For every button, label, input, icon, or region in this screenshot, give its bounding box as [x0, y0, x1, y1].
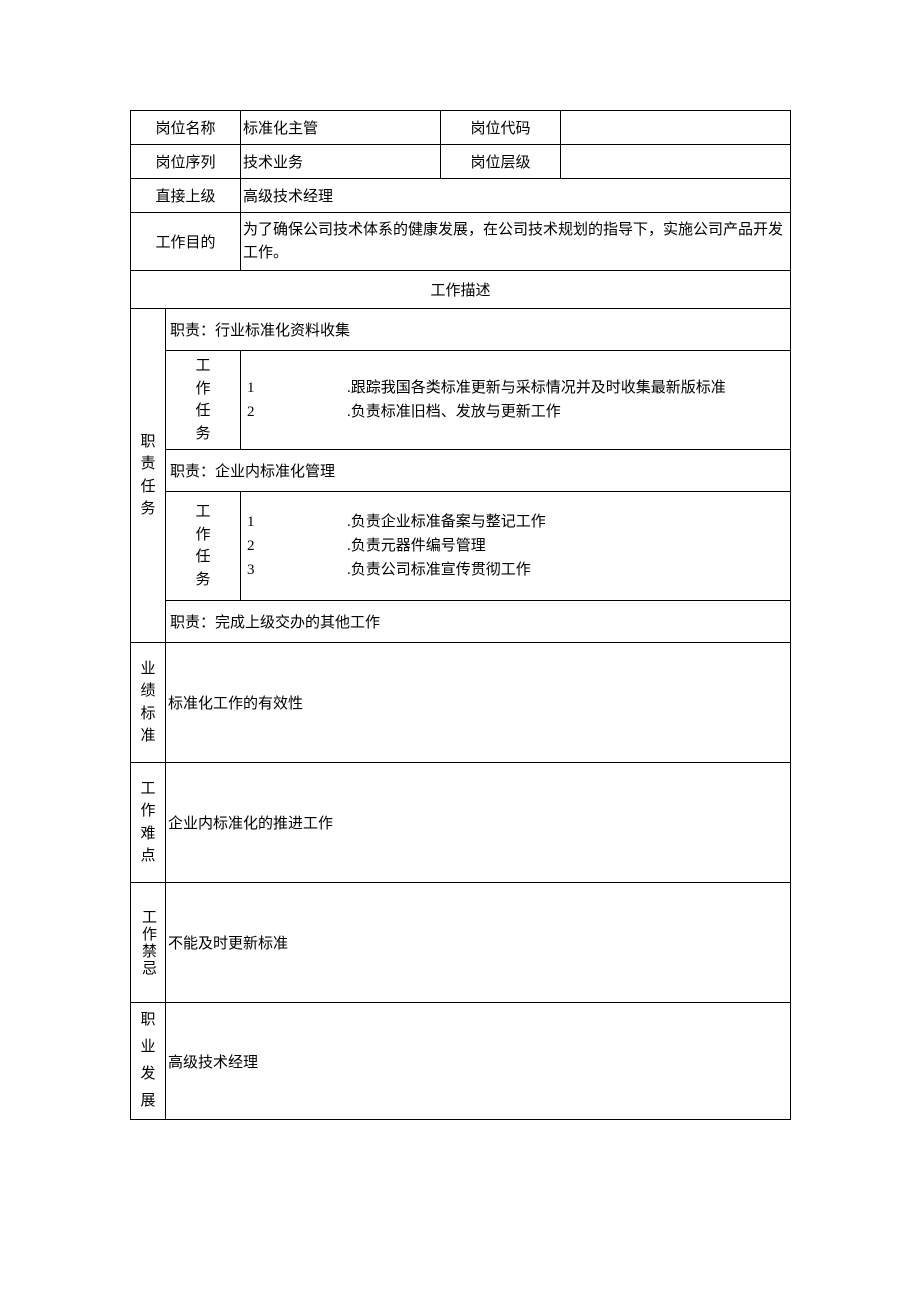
position-name-label: 岗位名称	[131, 111, 241, 145]
task-num: 2	[247, 534, 267, 558]
position-code-value	[561, 111, 791, 145]
duty3-title: 职责：完成上级交办的其他工作	[166, 601, 791, 643]
career-value: 高级技术经理	[166, 1003, 791, 1120]
direct-superior-label: 直接上级	[131, 179, 241, 213]
duty1-task-label: 工作任务	[166, 351, 241, 450]
task-text: .跟踪我国各类标准更新与采标情况并及时收集最新版标准	[267, 376, 726, 400]
difficulty-value: 企业内标准化的推进工作	[166, 763, 791, 883]
task-text: .负责标准旧档、发放与更新工作	[267, 400, 561, 424]
duty1-tasks: 1.跟踪我国各类标准更新与采标情况并及时收集最新版标准 2.负责标准旧档、发放与…	[241, 351, 791, 450]
work-description-header: 工作描述	[131, 271, 791, 309]
task-num: 2	[247, 400, 267, 424]
task-num: 1	[247, 376, 267, 400]
duty2-title: 职责：企业内标准化管理	[166, 450, 791, 492]
task-num: 3	[247, 558, 267, 582]
performance-label: 业绩标准	[131, 643, 166, 763]
taboo-value: 不能及时更新标准	[166, 883, 791, 1003]
duty1-title: 职责：行业标准化资料收集	[166, 309, 791, 351]
task-text: .负责企业标准备案与整记工作	[267, 510, 546, 534]
position-series-label: 岗位序列	[131, 145, 241, 179]
task-text: .负责公司标准宣传贯彻工作	[267, 558, 531, 582]
duty-label: 职责任务	[131, 309, 166, 643]
position-series-value: 技术业务	[241, 145, 441, 179]
position-level-label: 岗位层级	[441, 145, 561, 179]
position-code-label: 岗位代码	[441, 111, 561, 145]
performance-value: 标准化工作的有效性	[166, 643, 791, 763]
position-level-value	[561, 145, 791, 179]
direct-superior-value: 高级技术经理	[241, 179, 791, 213]
difficulty-label: 工作难点	[131, 763, 166, 883]
job-description-table: 岗位名称 标准化主管 岗位代码 岗位序列 技术业务 岗位层级 直接上级 高级技术…	[130, 110, 791, 1120]
taboo-label: 工作禁忌	[131, 883, 166, 1003]
task-text: .负责元器件编号管理	[267, 534, 486, 558]
work-purpose-value: 为了确保公司技术体系的健康发展，在公司技术规划的指导下，实施公司产品开发工作。	[241, 213, 791, 271]
task-num: 1	[247, 510, 267, 534]
duty2-task-label: 工作任务	[166, 492, 241, 601]
career-label: 职业发展	[131, 1003, 166, 1120]
duty2-tasks: 1.负责企业标准备案与整记工作 2.负责元器件编号管理 3.负责公司标准宣传贯彻…	[241, 492, 791, 601]
position-name-value: 标准化主管	[241, 111, 441, 145]
work-purpose-label: 工作目的	[131, 213, 241, 271]
